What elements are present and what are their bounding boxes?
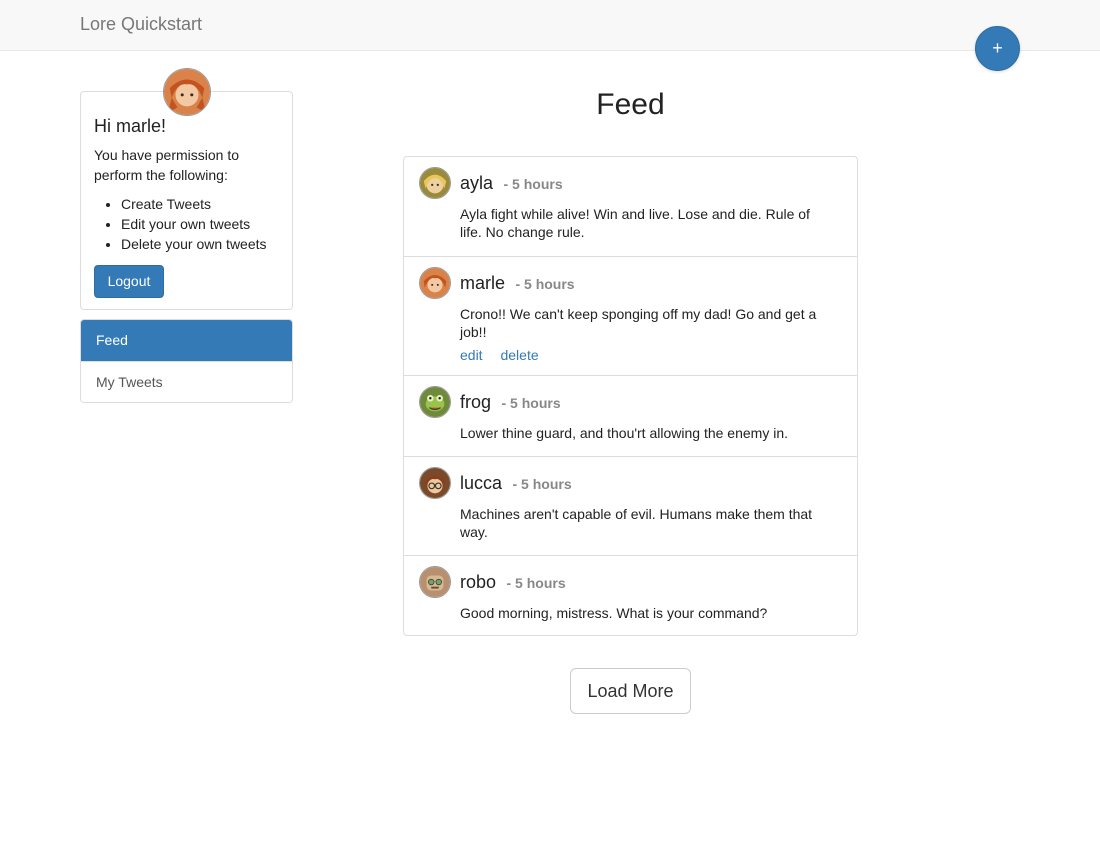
avatar — [419, 386, 451, 418]
avatar — [419, 467, 451, 499]
tweet-text: Ayla fight while alive! Win and live. Lo… — [460, 206, 810, 240]
tweet-username[interactable]: marle — [460, 273, 505, 293]
tweet-item: marle - 5 hours Crono!! We can't keep sp… — [404, 256, 857, 375]
tweet-username[interactable]: lucca — [460, 473, 502, 493]
tweet-timestamp: - 5 hours — [506, 575, 566, 591]
avatar — [163, 68, 211, 116]
avatar — [419, 566, 451, 598]
sidebar-item-feed[interactable]: Feed — [81, 320, 292, 361]
edit-link[interactable]: edit — [460, 347, 483, 363]
top-navbar: Lore Quickstart — [0, 0, 1100, 51]
load-more-button[interactable]: Load More — [570, 668, 691, 714]
tweet-item: lucca - 5 hours Machines aren't capable … — [404, 456, 857, 555]
permission-item: Edit your own tweets — [121, 214, 267, 234]
tweet-text: Good morning, mistress. What is your com… — [460, 605, 768, 621]
add-tweet-button[interactable]: + — [975, 26, 1020, 71]
page-title: Feed — [596, 88, 665, 121]
tweet-item: ayla - 5 hours Ayla fight while alive! W… — [404, 157, 857, 256]
avatar — [419, 167, 451, 199]
tweet-list: ayla - 5 hours Ayla fight while alive! W… — [403, 156, 858, 636]
delete-link[interactable]: delete — [500, 347, 538, 363]
tweet-item: frog - 5 hours Lower thine guard, and th… — [404, 375, 857, 456]
tweet-text: Lower thine guard, and thou'rt allowing … — [460, 425, 788, 441]
tweet-username[interactable]: robo — [460, 572, 496, 592]
tweet-username[interactable]: frog — [460, 392, 491, 412]
greeting: Hi marle! — [94, 116, 167, 136]
permission-list: Create Tweets Edit your own tweets Delet… — [94, 194, 267, 254]
sidebar-nav: Feed My Tweets — [80, 319, 293, 403]
sidebar-item-my-tweets[interactable]: My Tweets — [81, 361, 292, 402]
tweet-timestamp: - 5 hours — [503, 176, 563, 192]
profile-panel: Hi marle! You have permission to perform… — [80, 68, 293, 310]
tweet-text: Machines aren't capable of evil. Humans … — [460, 506, 813, 540]
tweet-username[interactable]: ayla — [460, 173, 493, 193]
avatar — [419, 267, 451, 299]
tweet-timestamp: - 5 hours — [512, 476, 572, 492]
tweet-text: Crono!! We can't keep sponging off my da… — [460, 306, 817, 340]
tweet-timestamp: - 5 hours — [501, 395, 561, 411]
logout-button[interactable]: Logout — [94, 265, 164, 298]
permission-item: Delete your own tweets — [121, 234, 267, 254]
tweet-timestamp: - 5 hours — [515, 276, 575, 292]
tweet-actions: edit delete — [460, 347, 553, 363]
tweet-item: robo - 5 hours Good morning, mistress. W… — [404, 555, 857, 635]
permission-text: You have permission to perform the follo… — [94, 147, 240, 183]
brand-link[interactable]: Lore Quickstart — [80, 14, 202, 35]
permission-item: Create Tweets — [121, 194, 267, 214]
